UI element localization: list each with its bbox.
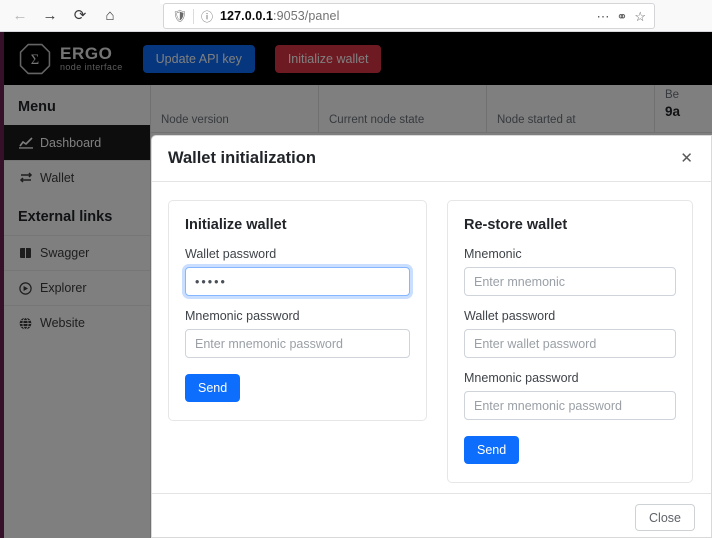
mnemonic-password-field-block: Mnemonic password xyxy=(185,309,410,358)
url-host: 127.0.0.1 xyxy=(220,9,273,23)
app-root: ← → ⟳ ⌂ 🛡 ⓘ 127.0.0.1:9053/panel ⋯ ⚭ ☆ Σ xyxy=(0,0,712,538)
wallet-password-input[interactable] xyxy=(185,267,410,296)
mnemonic-password-label: Mnemonic password xyxy=(464,371,676,385)
navigation-buttons: ← → ⟳ ⌂ xyxy=(0,3,124,29)
restore-wallet-panel: Re-store wallet Mnemonic Wallet password… xyxy=(447,200,693,483)
wallet-password-field-block: Wallet password xyxy=(185,247,410,296)
restore-send-button[interactable]: Send xyxy=(464,436,519,464)
restore-wallet-password-input[interactable] xyxy=(464,329,676,358)
mnemonic-password-label: Mnemonic password xyxy=(185,309,410,323)
address-bar-actions: ⋯ ⚭ ☆ xyxy=(596,10,648,23)
reload-icon[interactable]: ⟳ xyxy=(66,3,94,29)
initialize-send-button[interactable]: Send xyxy=(185,374,240,402)
modal-header: Wallet initialization ✕ xyxy=(152,136,711,182)
restore-mnemonic-password-input[interactable] xyxy=(464,391,676,420)
mnemonic-label: Mnemonic xyxy=(464,247,676,261)
home-icon[interactable]: ⌂ xyxy=(96,3,124,29)
wallet-password-label: Wallet password xyxy=(464,309,676,323)
wallet-password-label: Wallet password xyxy=(185,247,410,261)
mnemonic-field-block: Mnemonic xyxy=(464,247,676,296)
ellipsis-icon[interactable]: ⋯ xyxy=(596,10,609,23)
shield-icon[interactable]: 🛡 xyxy=(170,9,190,23)
close-icon[interactable]: ✕ xyxy=(678,147,695,170)
modal-footer: Close xyxy=(152,493,711,538)
restore-wallet-password-field-block: Wallet password xyxy=(464,309,676,358)
back-arrow-icon[interactable]: ← xyxy=(6,3,34,29)
browser-toolbar: ← → ⟳ ⌂ 🛡 ⓘ 127.0.0.1:9053/panel ⋯ ⚭ ☆ xyxy=(0,0,712,32)
info-circle-icon[interactable]: ⓘ xyxy=(197,8,217,25)
url-divider xyxy=(193,9,194,24)
url-text: 127.0.0.1:9053/panel xyxy=(220,9,339,23)
modal-title: Wallet initialization xyxy=(168,149,316,168)
panel-title: Initialize wallet xyxy=(185,217,410,233)
mnemonic-password-input[interactable] xyxy=(185,329,410,358)
panel-title: Re-store wallet xyxy=(464,217,676,233)
wallet-initialization-modal: Wallet initialization ✕ Initialize walle… xyxy=(151,135,712,538)
modal-body: Initialize wallet Wallet password Mnemon… xyxy=(152,182,711,493)
forward-arrow-icon[interactable]: → xyxy=(36,3,64,29)
star-icon[interactable]: ☆ xyxy=(634,10,646,23)
modal-close-button[interactable]: Close xyxy=(635,504,695,531)
pocket-icon[interactable]: ⚭ xyxy=(616,10,627,23)
address-bar[interactable]: 🛡 ⓘ 127.0.0.1:9053/panel ⋯ ⚭ ☆ xyxy=(163,3,655,29)
restore-mnemonic-password-field-block: Mnemonic password xyxy=(464,371,676,420)
url-path: :9053/panel xyxy=(273,9,339,23)
mnemonic-input[interactable] xyxy=(464,267,676,296)
initialize-wallet-panel: Initialize wallet Wallet password Mnemon… xyxy=(168,200,427,421)
